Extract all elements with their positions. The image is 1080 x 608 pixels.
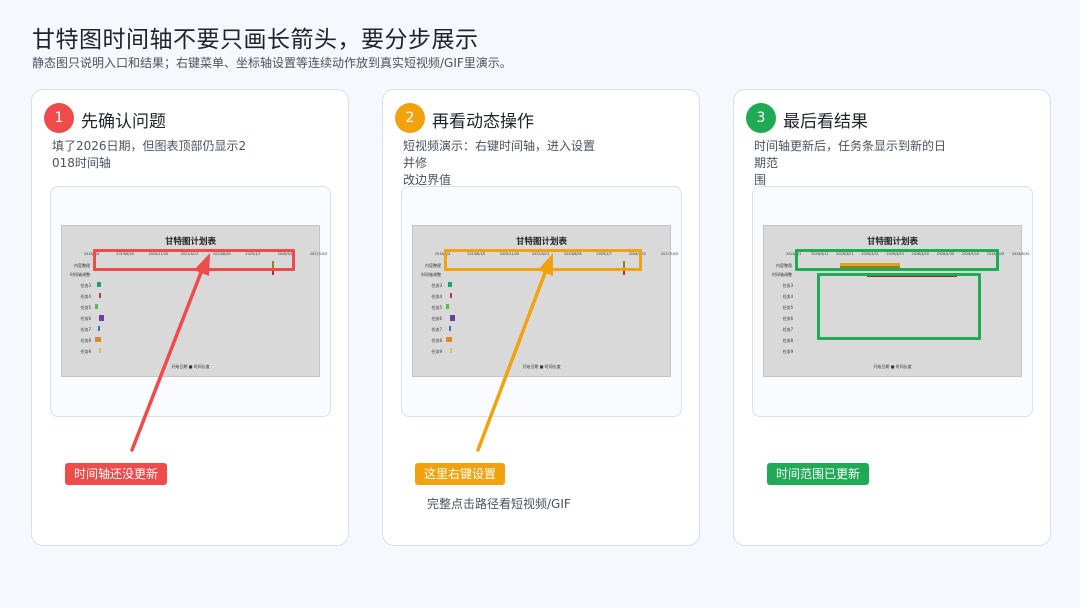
step-card-3: 3 最后看结果 时间轴更新后，任务条显示到新的日期范 围 甘特图计划表 2026… <box>733 89 1051 546</box>
page-subtitle: 静态图只说明入口和结果；右键菜单、坐标轴设置等连续动作放到真实短视频/GIF里演… <box>32 56 512 70</box>
gantt-title: 甘特图计划表 <box>866 237 918 247</box>
callout-tag: 时间范围已更新 <box>767 463 870 485</box>
axis-tick-label: 2026/5/30 <box>1012 252 1030 256</box>
task-bar <box>449 326 451 331</box>
row-label: 任务5 <box>431 305 442 310</box>
row-label: 任务8 <box>431 338 442 343</box>
axis-tick-label: 2027/10/5 <box>310 252 328 256</box>
task-bar <box>450 348 452 353</box>
row-label: 任务9 <box>80 349 91 354</box>
task-bar <box>448 282 452 287</box>
row-label: 内容整理 <box>425 263 441 268</box>
row-label: 内容整理 <box>74 263 90 268</box>
step-number-badge: 1 <box>44 103 74 133</box>
step-card-2: 2 再看动态操作 短视频演示：右键时间轴，进入设置并修 改边界值 甘特图计划表 … <box>382 89 700 546</box>
row-label: 任务7 <box>431 327 442 332</box>
row-label: 任务4 <box>782 294 793 299</box>
row-label: 任务9 <box>431 349 442 354</box>
row-label: 任务3 <box>80 283 91 288</box>
row-label: 时间轴调整 <box>70 272 90 277</box>
step-number-badge: 2 <box>395 103 425 133</box>
task-bar <box>99 293 101 298</box>
task-bar <box>450 293 452 298</box>
step-description: 短视频演示：右键时间轴，进入设置并修 改边界值 <box>403 139 596 187</box>
task-bar <box>446 304 449 309</box>
step-title: 再看动态操作 <box>432 112 534 132</box>
gantt-title: 甘特图计划表 <box>164 237 216 247</box>
row-label: 任务6 <box>431 316 442 321</box>
gantt-chart-old: 甘特图计划表 2018/1/4 2019/6/18 2020/11/30 2022/4… <box>61 225 327 377</box>
gantt-chart-old: 甘特图计划表 2018/1/4 2019/6/18 2020/11/30 2022/4… <box>412 225 678 377</box>
screenshot-frame: 甘特图计划表 2018/1/4 2019/6/18 2020/11/30 2022/4… <box>50 186 331 417</box>
page-title: 甘特图时间轴不要只画长箭头，要分步展示 <box>32 27 479 53</box>
row-label: 任务9 <box>782 349 793 354</box>
timeline-highlight-box <box>93 249 295 271</box>
callout-tag: 时间轴还没更新 <box>65 463 168 485</box>
row-label: 任务6 <box>782 316 793 321</box>
step-title: 先确认问题 <box>81 112 166 132</box>
row-label: 任务3 <box>782 283 793 288</box>
step-number-badge: 3 <box>746 103 776 133</box>
row-label: 任务6 <box>80 316 91 321</box>
task-bar <box>95 337 101 342</box>
step-card-1: 1 先确认问题 填了2026日期，但图表顶部仍显示2 018时间轴 甘特图计划表… <box>31 89 349 546</box>
row-label: 任务5 <box>80 305 91 310</box>
task-bar <box>95 304 98 309</box>
row-label: 时间轴调整 <box>772 272 792 277</box>
task-bar <box>99 348 101 353</box>
task-bar <box>97 282 101 287</box>
step-description: 时间轴更新后，任务条显示到新的日期范 围 <box>754 139 947 187</box>
chart-legend: 开始日期 ■ 时间长度 <box>873 364 912 369</box>
row-label: 任务7 <box>80 327 91 332</box>
task-bar <box>446 337 452 342</box>
timeline-highlight-box <box>444 249 642 271</box>
step-description: 填了2026日期，但图表顶部仍显示2 018时间轴 <box>52 139 247 170</box>
row-label: 任务4 <box>80 294 91 299</box>
screenshot-frame: 甘特图计划表 2018/1/4 2019/6/18 2020/11/30 2022/4… <box>401 186 682 417</box>
row-label: 内容整理 <box>776 263 792 268</box>
row-label: 任务5 <box>782 305 793 310</box>
row-label: 任务7 <box>782 327 793 332</box>
task-bar <box>98 326 100 331</box>
row-label: 任务3 <box>431 283 442 288</box>
row-label: 时间轴调整 <box>421 272 441 277</box>
task-bar <box>99 315 104 321</box>
chart-legend: 开始日期 ■ 时间长度 <box>522 364 561 369</box>
step-title: 最后看结果 <box>783 112 868 132</box>
task-bars-highlight-box <box>817 273 981 340</box>
video-gif-link[interactable]: 完整点击路径看短视频/GIF <box>427 495 571 512</box>
row-label: 任务4 <box>431 294 442 299</box>
axis-tick-label: 2027/10/5 <box>661 252 679 256</box>
chart-legend: 开始日期 ■ 时间长度 <box>171 364 210 369</box>
callout-tag: 这里右键设置 <box>415 463 506 485</box>
row-label: 任务8 <box>782 338 793 343</box>
row-label: 任务8 <box>80 338 91 343</box>
gantt-title: 甘特图计划表 <box>515 237 567 247</box>
timeline-highlight-box <box>795 249 999 271</box>
task-bar <box>450 315 455 321</box>
